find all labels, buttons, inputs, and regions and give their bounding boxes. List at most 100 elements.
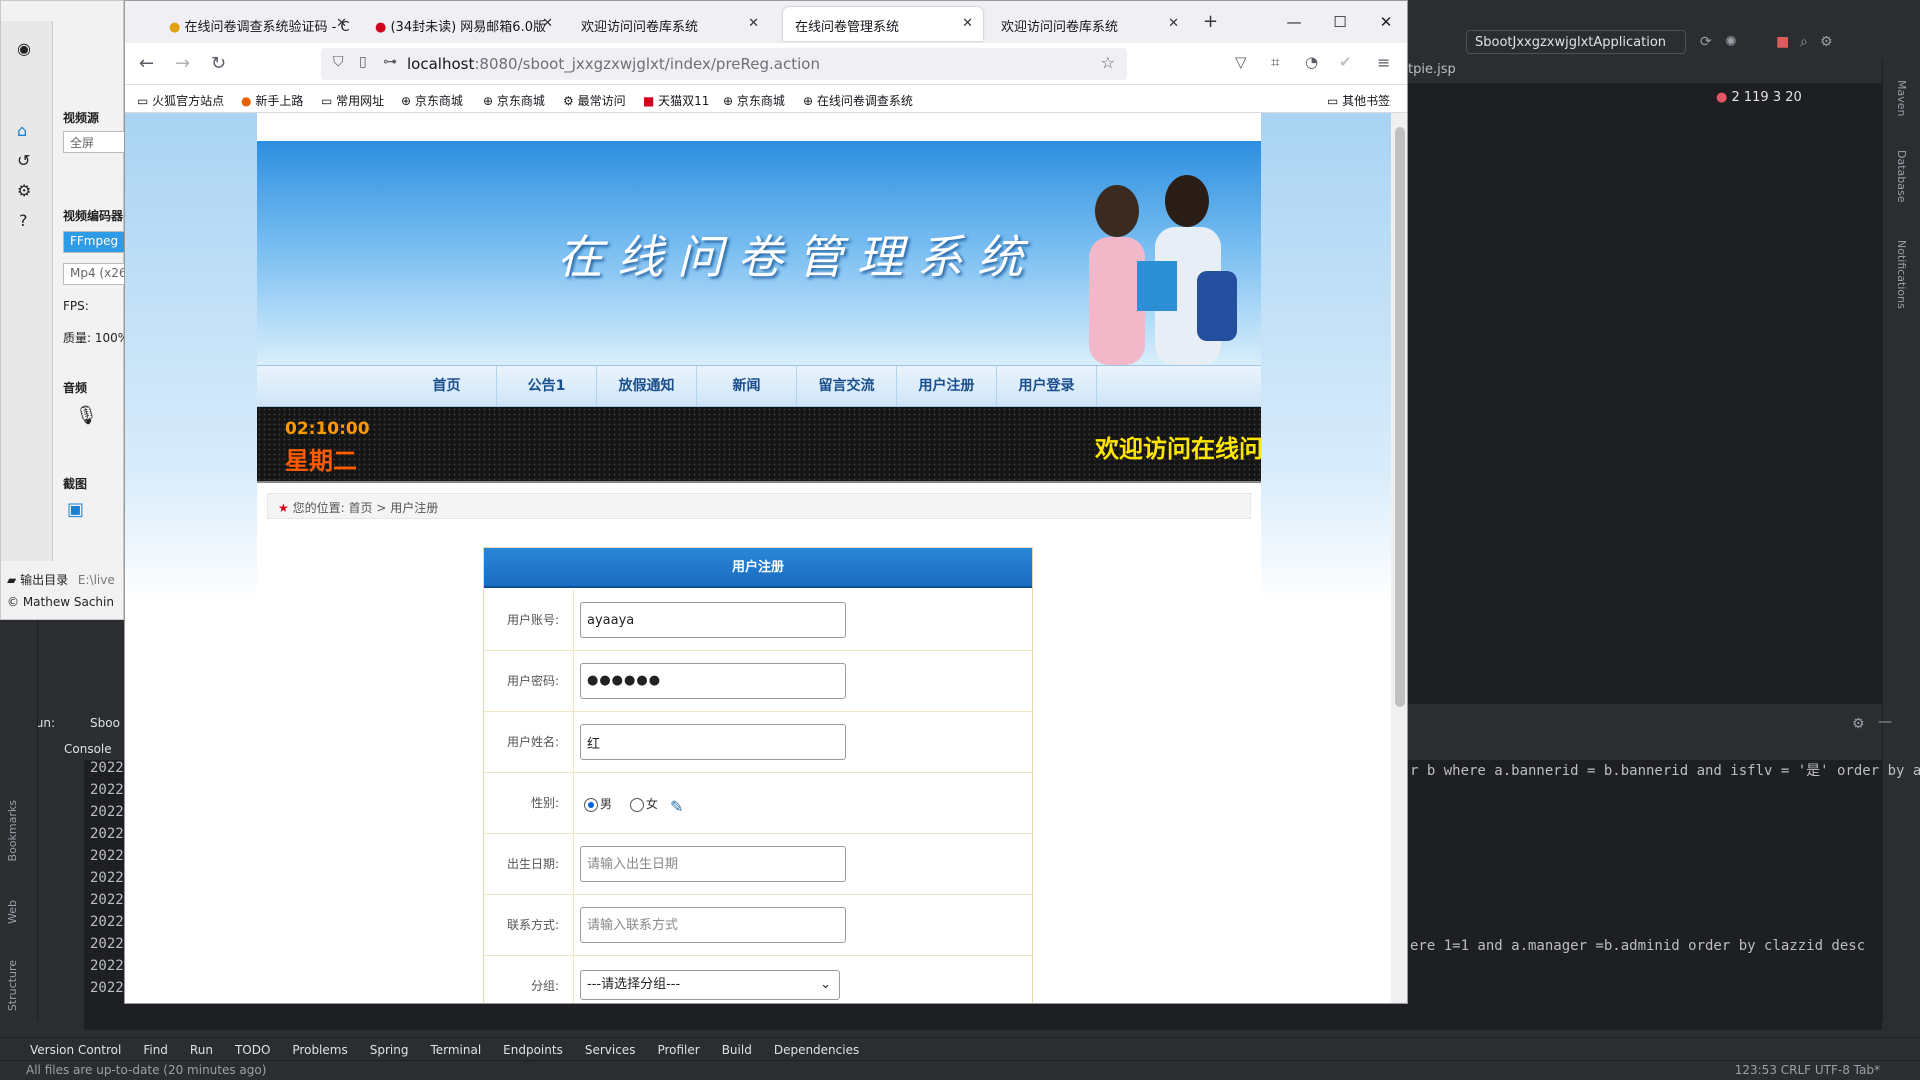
tool-profiler[interactable]: Profiler [657, 1043, 699, 1057]
account-input[interactable] [580, 602, 846, 638]
database-tab[interactable]: Database [1895, 150, 1908, 203]
editor-tab[interactable]: tpie.jsp [1408, 62, 1456, 77]
tool-build[interactable]: Build [722, 1043, 752, 1057]
console-sql-line: ere 1=1 and a.manager =b.adminid order b… [1410, 938, 1866, 954]
debug-icon[interactable]: ✺ [1725, 34, 1737, 50]
tool-dependencies[interactable]: Dependencies [774, 1043, 859, 1057]
bookmark-item[interactable]: ● 新手上路 [241, 92, 303, 109]
browser-tab-3[interactable]: 欢迎访问问卷库系统 ✕ [569, 7, 769, 41]
browser-tab-2[interactable]: ● (34封未读) 网易邮箱6.0版 ✕ [363, 7, 563, 41]
group-select[interactable]: ---请选择分组--- ⌄ [580, 970, 840, 1000]
history-icon[interactable]: ↺ [17, 151, 30, 170]
close-icon[interactable]: ✕ [1168, 16, 1179, 31]
notifications-tab[interactable]: Notifications [1895, 240, 1908, 309]
tool-spring[interactable]: Spring [370, 1043, 409, 1057]
microphone-icon[interactable]: 🎙 [75, 405, 98, 426]
run-tab[interactable]: Sboo [90, 716, 120, 730]
password-input[interactable]: ●●●●●● [580, 663, 846, 699]
nav-messages[interactable]: 留言交流 [797, 366, 897, 406]
console-tab[interactable]: Console [64, 742, 112, 756]
close-icon[interactable]: ✕ [962, 16, 973, 31]
bookmark-item[interactable]: ⊕ 京东商城 [401, 92, 463, 109]
gender-male-radio[interactable]: 男 [584, 795, 612, 812]
tool-todo[interactable]: TODO [235, 1043, 270, 1057]
bookmarks-tab[interactable]: Bookmarks [6, 800, 19, 861]
bookmark-item[interactable]: ▭ 常用网址 [321, 92, 384, 109]
browser-tab-5[interactable]: 欢迎访问问卷库系统 ✕ [989, 7, 1189, 41]
browser-tab-4-active[interactable]: 在线问卷管理系统 ✕ [783, 7, 983, 41]
gear-icon[interactable]: ⚙ [1852, 716, 1865, 732]
home-icon[interactable]: ⌂ [17, 121, 27, 140]
close-icon[interactable]: ✕ [336, 16, 347, 31]
console-date: 2022 [90, 848, 124, 864]
settings-icon[interactable]: ⚙ [17, 181, 31, 200]
other-bookmarks[interactable]: ▭ 其他书签 [1327, 92, 1390, 109]
format-select[interactable]: Mp4 (x26 [63, 263, 125, 285]
maximize-icon[interactable]: ☐ [1317, 1, 1363, 43]
shield-icon[interactable]: ⛉ [333, 54, 344, 70]
contact-input[interactable] [580, 907, 846, 943]
reload-icon[interactable]: ↻ [211, 53, 226, 74]
camera-icon[interactable]: ◉ [17, 39, 31, 58]
bookmark-item[interactable]: ⊕ 京东商城 [723, 92, 785, 109]
inspection-counts[interactable]: ● 2 119 3 20 [1716, 90, 1802, 105]
scrollbar-thumb[interactable] [1395, 127, 1405, 707]
birthdate-input[interactable] [580, 846, 846, 882]
run-configuration-selector[interactable]: SbootJxxgzxwjglxtApplication [1466, 30, 1686, 54]
rerun-icon[interactable]: ⟳ [1700, 34, 1712, 50]
extension-icon[interactable]: ✔ [1339, 53, 1352, 71]
help-icon[interactable]: ? [19, 211, 28, 230]
back-icon[interactable]: ← [139, 53, 154, 74]
tool-endpoints[interactable]: Endpoints [503, 1043, 563, 1057]
document-icon[interactable]: ▣ [67, 499, 84, 520]
bookmark-item[interactable]: ⊕ 京东商城 [483, 92, 545, 109]
browser-tab-1[interactable]: ● 在线问卷调查系统验证码 - C ✕ [157, 7, 357, 41]
screenshot-icon[interactable]: ⌗ [1271, 53, 1279, 71]
minimize-icon[interactable]: — [1271, 1, 1317, 43]
code-editor[interactable] [1408, 84, 1882, 704]
nav-register[interactable]: 用户注册 [897, 366, 997, 406]
bookmark-item[interactable]: ■ 天猫双11 [643, 92, 709, 109]
stop-icon[interactable]: ■ [1776, 34, 1789, 50]
error-icon: ● [1716, 90, 1728, 105]
bookmark-item[interactable]: ▭ 火狐官方站点 [137, 92, 224, 109]
structure-tab[interactable]: Structure [6, 960, 19, 1011]
tool-find[interactable]: Find [143, 1043, 168, 1057]
nav-announcement[interactable]: 公告1 [497, 366, 597, 406]
maven-tab[interactable]: Maven [1895, 80, 1908, 116]
tool-services[interactable]: Services [585, 1043, 636, 1057]
close-window-icon[interactable]: ✕ [1363, 1, 1407, 43]
url-bar[interactable]: ⛉ ▯ ⊶ localhost:8080/sboot_jxxgzxwjglxt/… [321, 48, 1127, 80]
nav-login[interactable]: 用户登录 [997, 366, 1097, 406]
tool-version-control[interactable]: Version Control [30, 1043, 121, 1057]
video-source-select[interactable]: 全屏 [63, 131, 125, 153]
minimize-panel-icon[interactable]: — [1878, 714, 1892, 730]
nav-holiday-notice[interactable]: 放假通知 [597, 366, 697, 406]
bookmark-item[interactable]: ⚙ 最常访问 [563, 92, 626, 109]
pocket-icon[interactable]: ▽ [1235, 53, 1247, 71]
tool-run[interactable]: Run [190, 1043, 213, 1057]
tab-strip: ● 在线问卷调查系统验证码 - C ✕ ● (34封未读) 网易邮箱6.0版 ✕… [125, 1, 1407, 43]
close-icon[interactable]: ✕ [748, 16, 759, 31]
close-icon[interactable]: ✕ [542, 16, 553, 31]
web-tab[interactable]: Web [6, 900, 19, 924]
forward-icon[interactable]: → [175, 53, 190, 74]
gender-female-radio[interactable]: 女 [630, 795, 658, 812]
menu-icon[interactable]: ≡ [1377, 53, 1390, 72]
permissions-icon[interactable]: ⊶ [383, 54, 397, 70]
encoder-select[interactable]: FFmpeg [63, 231, 125, 253]
tool-terminal[interactable]: Terminal [430, 1043, 481, 1057]
bookmark-star-icon[interactable]: ☆ [1101, 53, 1115, 72]
nav-news[interactable]: 新闻 [697, 366, 797, 406]
name-input[interactable] [580, 724, 846, 760]
console-date: 2022 [90, 958, 124, 974]
nav-home[interactable]: 首页 [397, 366, 497, 406]
breadcrumb-home[interactable]: 首页 [348, 501, 372, 515]
settings-icon[interactable]: ⚙ [1820, 34, 1833, 50]
console-date: 2022 [90, 892, 124, 908]
chat-icon[interactable]: ◔ [1305, 53, 1318, 71]
search-icon[interactable]: ⌕ [1800, 34, 1808, 50]
new-tab-icon[interactable]: + [1203, 11, 1218, 32]
bookmark-item[interactable]: ⊕ 在线问卷调查系统 [803, 92, 913, 109]
tool-problems[interactable]: Problems [292, 1043, 347, 1057]
